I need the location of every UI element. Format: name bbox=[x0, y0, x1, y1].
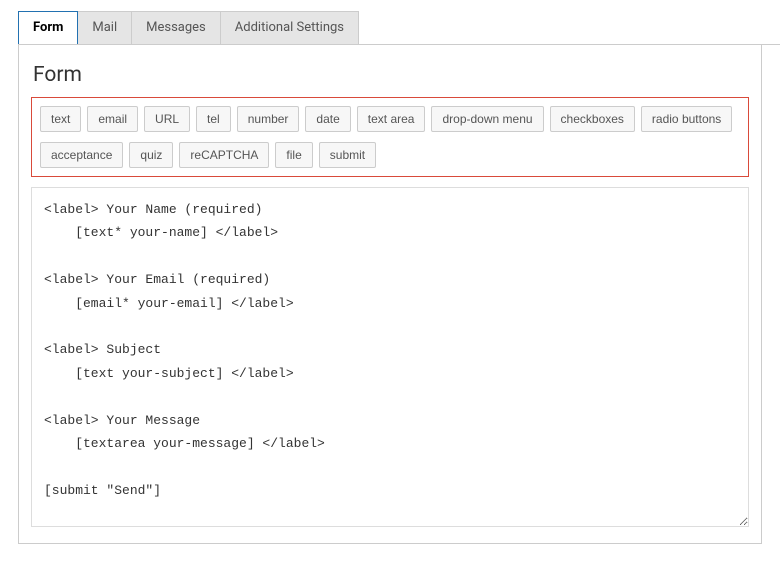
tab-form[interactable]: Form bbox=[18, 11, 78, 44]
tag-button-acceptance[interactable]: acceptance bbox=[40, 142, 123, 168]
tab-mail[interactable]: Mail bbox=[78, 11, 132, 44]
tab-messages[interactable]: Messages bbox=[132, 11, 221, 44]
tab-additional-settings[interactable]: Additional Settings bbox=[221, 11, 359, 44]
tag-button-email[interactable]: email bbox=[87, 106, 138, 132]
tag-button-drop-down-menu[interactable]: drop-down menu bbox=[431, 106, 543, 132]
tag-button-checkboxes[interactable]: checkboxes bbox=[550, 106, 635, 132]
section-title: Form bbox=[33, 63, 749, 87]
tag-button-submit[interactable]: submit bbox=[319, 142, 376, 168]
tag-generator-box: textemailURLtelnumberdate text areadrop-d… bbox=[31, 97, 749, 177]
tag-button-file[interactable]: file bbox=[275, 142, 312, 168]
tag-button-date[interactable]: date bbox=[305, 106, 350, 132]
form-panel: Form textemailURLtelnumberdate text aread… bbox=[18, 44, 762, 544]
tag-button-text-area[interactable]: text area bbox=[357, 106, 426, 132]
tag-button-text[interactable]: text bbox=[40, 106, 81, 132]
tag-button-tel[interactable]: tel bbox=[196, 106, 231, 132]
tag-button-number[interactable]: number bbox=[237, 106, 300, 132]
tag-button-url[interactable]: URL bbox=[144, 106, 190, 132]
tag-button-row: textemailURLtelnumberdate text areadrop-d… bbox=[40, 106, 740, 172]
tab-nav: FormMailMessagesAdditional Settings bbox=[18, 11, 780, 45]
form-template-textarea[interactable] bbox=[31, 187, 749, 527]
tag-button-recaptcha[interactable]: reCAPTCHA bbox=[179, 142, 269, 168]
tag-button-quiz[interactable]: quiz bbox=[129, 142, 173, 168]
tag-button-radio-buttons[interactable]: radio buttons bbox=[641, 106, 732, 132]
